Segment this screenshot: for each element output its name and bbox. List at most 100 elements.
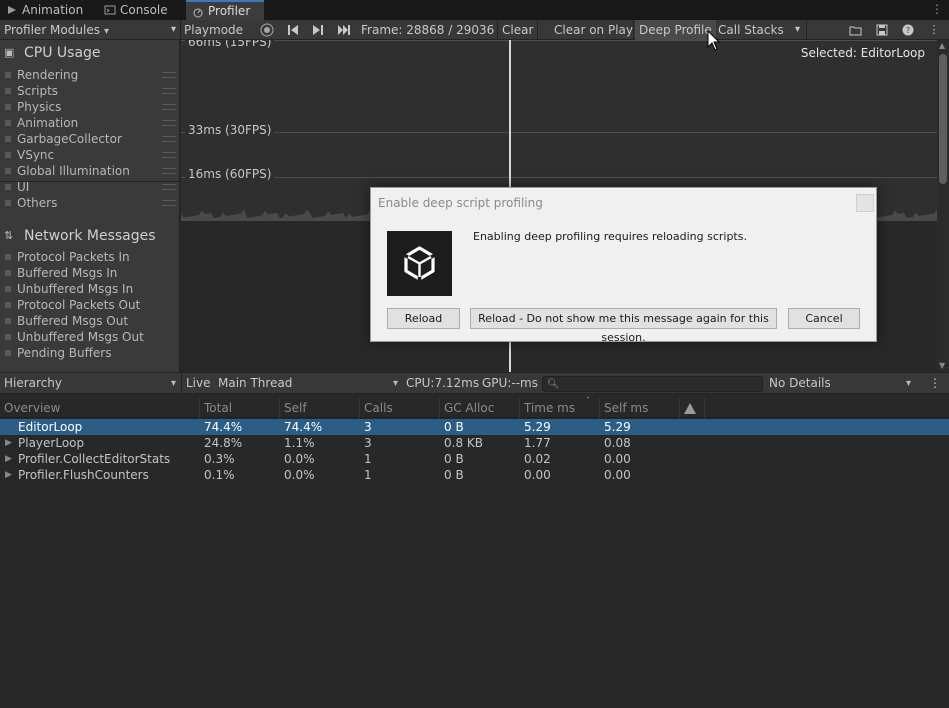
cpu-item[interactable]: Global Illumination	[4, 163, 176, 179]
current-frame-icon[interactable]	[332, 20, 356, 40]
profiler-modules-dropdown[interactable]: Profiler Modules ▾	[0, 20, 180, 40]
network-icon: ⇅	[4, 229, 14, 242]
network-item[interactable]: Buffered Msgs In	[4, 265, 117, 281]
dialog-title: Enable deep script profiling	[378, 196, 543, 210]
details-label: No Details	[769, 376, 831, 390]
save-icon[interactable]	[870, 20, 894, 40]
series-color-swatch	[5, 168, 11, 174]
cancel-button[interactable]: Cancel	[788, 308, 860, 329]
column-total[interactable]: Total	[200, 398, 280, 418]
drag-handle-icon[interactable]	[162, 72, 176, 78]
cpu-item-label: Global Illumination	[17, 164, 130, 178]
call-stacks-dropdown[interactable]: Call Stacks ▾	[714, 20, 806, 40]
view-label: Hierarchy	[4, 376, 63, 390]
table-row[interactable]: ▶ PlayerLoop 24.8% 1.1% 3 0.8 KB 1.77 0.08	[0, 435, 949, 451]
tab-strip: Animation Console Profiler ⋮	[0, 0, 949, 20]
clear-on-play-toggle[interactable]: Clear on Play	[550, 20, 637, 40]
drag-handle-icon[interactable]	[162, 168, 176, 174]
cpu-item[interactable]: VSync	[4, 147, 176, 163]
table-row[interactable]: EditorLoop 74.4% 74.4% 3 0 B 5.29 5.29	[0, 419, 949, 435]
cpu-item[interactable]: Rendering	[4, 67, 176, 83]
network-item[interactable]: Unbuffered Msgs In	[4, 281, 133, 297]
network-item[interactable]: Pending Buffers	[4, 345, 111, 361]
scrollbar-thumb[interactable]	[939, 54, 947, 184]
drag-handle-icon[interactable]	[162, 184, 176, 190]
expand-arrow-icon[interactable]: ▶	[5, 435, 12, 451]
record-icon[interactable]	[255, 20, 279, 40]
cpu-item[interactable]: GarbageCollector	[4, 131, 176, 147]
tab-animation[interactable]: Animation	[0, 0, 88, 20]
grid-label-16ms: 16ms (60FPS)	[185, 166, 275, 182]
load-icon[interactable]	[844, 20, 868, 40]
cpu-icon: ▣	[4, 46, 15, 59]
column-calls[interactable]: Calls	[360, 398, 440, 418]
tab-console-label: Console	[120, 3, 168, 17]
expand-arrow-icon[interactable]: ▶	[5, 467, 12, 483]
network-item[interactable]: Protocol Packets In	[4, 249, 130, 265]
tab-console[interactable]: Console	[98, 0, 178, 20]
column-overview[interactable]: Overview	[0, 398, 200, 418]
reload-button[interactable]: Reload	[387, 308, 460, 329]
series-color-swatch	[5, 200, 11, 206]
network-item[interactable]: Buffered Msgs Out	[4, 313, 128, 329]
deep-profile-toggle[interactable]: Deep Profile	[635, 20, 716, 40]
network-item-label: Unbuffered Msgs In	[17, 282, 134, 296]
drag-handle-icon[interactable]	[162, 120, 176, 126]
toolbar-menu-icon[interactable]: ⋮	[922, 20, 946, 40]
series-color-swatch	[5, 72, 11, 78]
column-warning[interactable]	[680, 398, 705, 418]
help-icon[interactable]: ?	[896, 20, 920, 40]
column-self-ms[interactable]: Self ms	[600, 398, 680, 418]
view-dropdown[interactable]: Hierarchy	[0, 373, 180, 394]
table-row[interactable]: ▶ Profiler.FlushCounters 0.1% 0.0% 1 0 B 0.00 0…	[0, 467, 949, 483]
cpu-item-label: Physics	[17, 100, 62, 114]
drag-handle-icon[interactable]	[162, 152, 176, 158]
drag-handle-icon[interactable]	[162, 88, 176, 94]
series-color-swatch	[5, 136, 11, 142]
network-item[interactable]: Protocol Packets Out	[4, 297, 140, 313]
cell-time: 5.29	[524, 420, 551, 434]
cpu-item[interactable]: Scripts	[4, 83, 176, 99]
cpu-usage-module[interactable]: ▣ CPU Usage	[4, 42, 101, 64]
cpu-item[interactable]: Animation	[4, 115, 176, 131]
tab-profiler-label: Profiler	[208, 4, 251, 18]
more-options-icon[interactable]: ⋮	[931, 2, 943, 16]
reload-dont-show-again-button[interactable]: Reload - Do not show me this message aga…	[470, 308, 777, 344]
drag-handle-icon[interactable]	[162, 136, 176, 142]
playmode-dropdown[interactable]: Playmode ▾	[180, 20, 255, 57]
cpu-item[interactable]: Physics	[4, 99, 176, 115]
network-item-label: Buffered Msgs Out	[17, 314, 129, 328]
gpu-time-label: GPU:--ms	[482, 376, 538, 390]
network-item[interactable]: Unbuffered Msgs Out	[4, 329, 144, 345]
chart-scrollbar[interactable]: ▲ ▼	[937, 40, 949, 372]
column-self[interactable]: Self	[280, 398, 360, 418]
network-item-label: Unbuffered Msgs Out	[17, 330, 144, 344]
drag-handle-icon[interactable]	[162, 200, 176, 206]
thread-label: Main Thread	[218, 376, 293, 390]
network-messages-module[interactable]: ⇅ Network Messages	[4, 225, 156, 247]
details-dropdown[interactable]: No Details	[765, 373, 915, 394]
cpu-item[interactable]: Others	[4, 195, 176, 211]
cell-selfms: 5.29	[604, 420, 631, 434]
clear-button[interactable]: Clear	[498, 20, 537, 40]
deep-profiling-dialog: Enable deep script profiling Enabling de…	[370, 187, 877, 344]
column-gc-alloc[interactable]: GC Alloc	[440, 398, 520, 418]
call-stacks-label: Call Stacks	[718, 23, 784, 37]
hierarchy-toolbar: Hierarchy Live Main Thread CPU:7.12ms GP…	[0, 372, 949, 394]
live-toggle[interactable]: Live	[181, 373, 213, 394]
tab-profiler[interactable]: Profiler	[186, 0, 264, 20]
cpu-item-label: UI	[17, 180, 30, 194]
frame-counter: Frame: 28868 / 29036	[361, 23, 495, 37]
previous-frame-icon[interactable]	[281, 20, 305, 40]
dialog-close-button[interactable]	[856, 194, 874, 212]
thread-dropdown[interactable]: Main Thread	[214, 373, 402, 394]
expand-arrow-icon[interactable]: ▶	[5, 451, 12, 467]
hierarchy-menu-icon[interactable]: ⋮	[925, 373, 945, 394]
table-row[interactable]: ▶ Profiler.CollectEditorStats 0.3% 0.0% 1 0 B…	[0, 451, 949, 467]
cell-gc: 0 B	[444, 468, 464, 482]
next-frame-icon[interactable]	[306, 20, 330, 40]
cell-self: 1.1%	[284, 436, 315, 450]
drag-handle-icon[interactable]	[162, 104, 176, 110]
network-item-label: Protocol Packets Out	[17, 298, 141, 312]
search-input[interactable]: 🔍︎	[542, 376, 763, 392]
